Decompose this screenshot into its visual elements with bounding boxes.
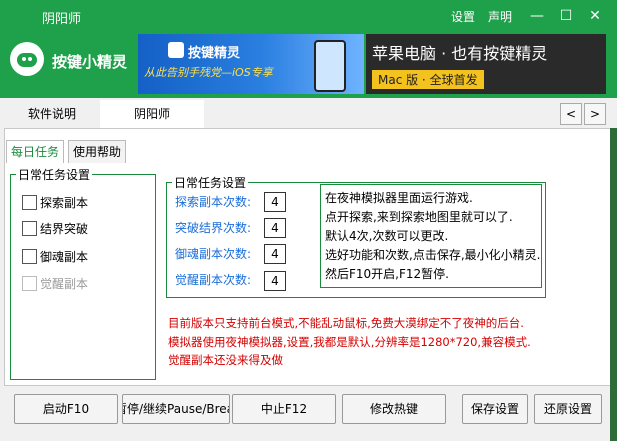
window-title: 阴阳师 <box>42 12 82 27</box>
brand-name: 按键小精灵 <box>52 53 128 71</box>
phone-icon <box>314 40 346 92</box>
instruction-line: 点开探索,来到探索地图里就可以了. <box>325 210 513 224</box>
edit-hotkey-button[interactable]: 修改热键 <box>342 394 446 424</box>
title-bar: 阴阳师 设置 声明 — ☐ ✕ <box>0 0 617 32</box>
banner-right-title: 苹果电脑 · 也有按键精灵 <box>372 44 548 63</box>
checkbox-label: 探索副本 <box>40 195 89 210</box>
main-tabs: 软件说明 阴阳师 <box>4 100 613 128</box>
checkbox-awaken: 觉醒副本 <box>22 275 88 291</box>
explore-count-label: 探索副本次数: <box>175 195 252 209</box>
app-logo-icon <box>10 42 44 76</box>
checkbox-label: 觉醒副本 <box>40 276 89 291</box>
restore-settings-button[interactable]: 还原设置 <box>534 394 602 424</box>
checkbox-box[interactable] <box>22 248 37 264</box>
banner-left-title: 按键精灵 <box>188 46 241 61</box>
awaken-count-label: 觉醒副本次数: <box>175 273 252 287</box>
checkbox-soul[interactable]: 御魂副本 <box>22 248 88 264</box>
stop-button[interactable]: 中止F12 <box>232 394 336 424</box>
minimize-button[interactable]: — <box>526 5 548 27</box>
breakthrough-count-input[interactable]: 4 <box>264 218 286 238</box>
close-button[interactable]: ✕ <box>584 5 606 27</box>
app-window: 阴阳师 设置 声明 — ☐ ✕ 按键小精灵 按键精灵 从此告别手残党—iOS专享… <box>0 0 617 441</box>
tab-daily-tasks[interactable]: 每日任务 <box>6 140 65 163</box>
tab-usage-help[interactable]: 使用帮助 <box>68 140 127 163</box>
checkbox-label: 结界突破 <box>40 221 89 236</box>
soul-count-input[interactable]: 4 <box>264 244 286 264</box>
explore-count-input[interactable]: 4 <box>264 192 286 212</box>
tab-prev-button[interactable]: < <box>560 103 582 125</box>
tab-next-button[interactable]: > <box>584 103 606 125</box>
checkbox-box[interactable] <box>22 194 37 210</box>
instructions-box: 在夜神模拟器里面运行游戏. 点开探索,来到探索地图里就可以了. 默认4次,次数可… <box>320 184 542 288</box>
ios-ad-banner[interactable]: 按键精灵 从此告别手残党—iOS专享 <box>138 34 364 94</box>
instruction-line: 在夜神模拟器里面运行游戏. <box>325 191 473 205</box>
banner-left-subtitle: 从此告别手残党—iOS专享 <box>144 66 273 79</box>
instruction-line: 选好功能和次数,点击保存,最小化小精灵. <box>325 248 541 262</box>
banner-right-subtitle: Mac 版 · 全球首发 <box>372 70 484 89</box>
instruction-line: 默认4次,次数可以更改. <box>325 229 449 243</box>
settings-link[interactable]: 设置 <box>451 8 475 25</box>
tab-software-info[interactable]: 软件说明 <box>4 100 100 128</box>
awaken-count-input[interactable]: 4 <box>264 271 286 291</box>
soul-count-label: 御魂副本次数: <box>175 247 252 261</box>
save-settings-button[interactable]: 保存设置 <box>462 394 528 424</box>
daily-task-group-title: 日常任务设置 <box>16 166 93 183</box>
statement-link[interactable]: 声明 <box>488 8 512 25</box>
checkbox-explore[interactable]: 探索副本 <box>22 194 88 210</box>
checkbox-box[interactable] <box>22 220 37 236</box>
window-edge <box>610 128 617 441</box>
checkbox-breakthrough[interactable]: 结界突破 <box>22 220 88 236</box>
note-line: 目前版本只支持前台模式,不能乱动鼠标,免费大漠绑定不了夜神的后台. <box>168 316 524 330</box>
checkbox-box <box>22 275 37 291</box>
mac-ad-banner[interactable]: 苹果电脑 · 也有按键精灵 Mac 版 · 全球首发 <box>366 34 606 94</box>
task-count-group-title: 日常任务设置 <box>172 174 249 191</box>
app-icon <box>168 42 184 58</box>
tab-onmyoji[interactable]: 阴阳师 <box>100 100 204 128</box>
checkbox-label: 御魂副本 <box>40 249 89 264</box>
note-line: 觉醒副本还没来得及做 <box>168 353 283 367</box>
start-button[interactable]: 启动F10 <box>14 394 118 424</box>
breakthrough-count-label: 突破结界次数: <box>175 221 252 235</box>
note-line: 模拟器使用夜神模拟器,设置,我都是默认,分辨率是1280*720,兼容模式. <box>168 335 531 349</box>
pause-button[interactable]: 暂停/继续Pause/Break <box>122 394 230 424</box>
maximize-button[interactable]: ☐ <box>555 5 577 27</box>
instruction-line: 然后F10开启,F12暂停. <box>325 267 449 281</box>
